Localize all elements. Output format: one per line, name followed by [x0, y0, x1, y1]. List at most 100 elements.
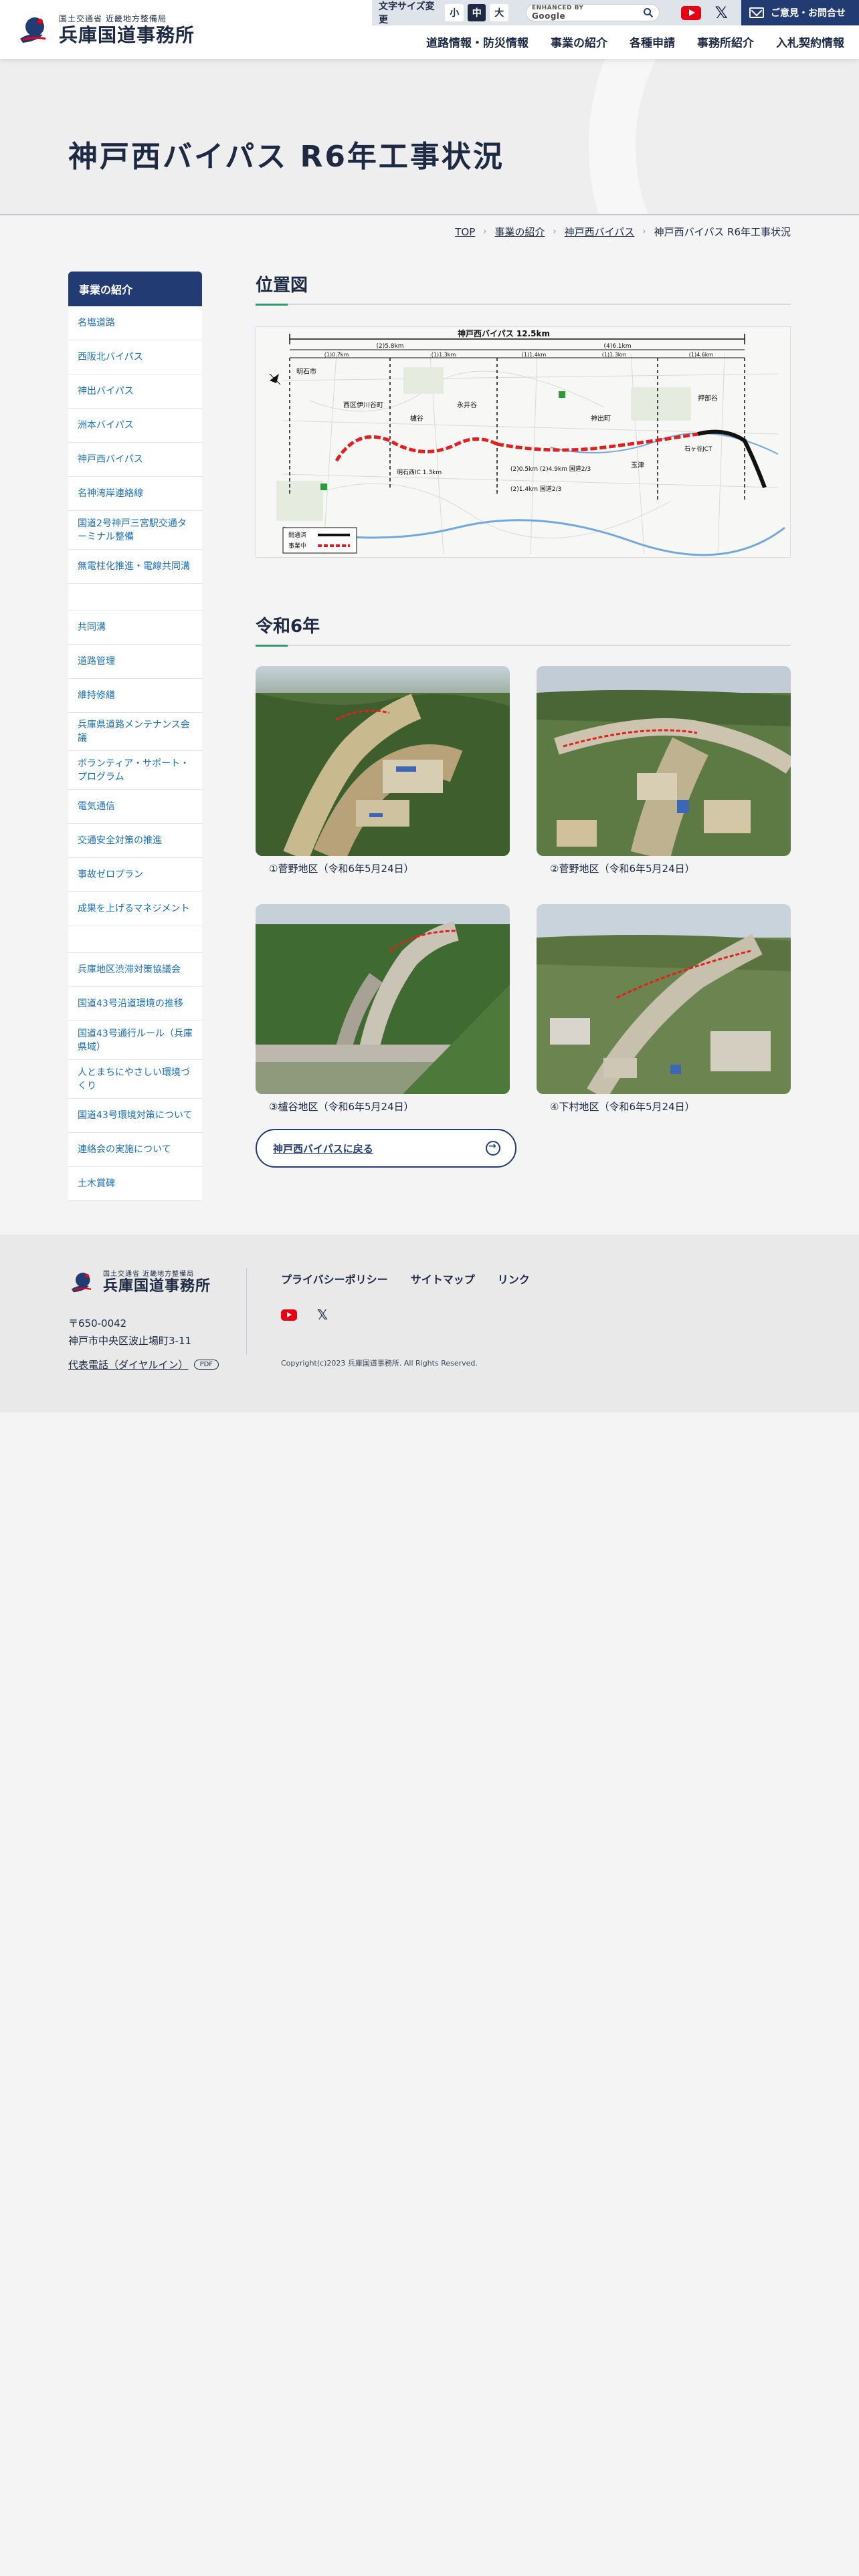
map-section-label: (2)0.5km (2)4.9km 国道2/3 — [510, 465, 591, 473]
map-seg-label: (4)6.1km — [603, 343, 631, 350]
sidebar-item[interactable]: 人とまちにやさしい環境づくり — [68, 1060, 202, 1099]
breadcrumb-chevron-icon: › — [553, 227, 557, 237]
sidebar-item[interactable]: 無電柱化推進・電線共同溝 — [68, 550, 202, 584]
map-seg-label: (1)1.3km — [432, 352, 456, 358]
hero-divider — [0, 214, 859, 215]
pdf-badge: PDF — [193, 1360, 219, 1370]
sidebar-item[interactable]: 交通安全対策の推進 — [68, 824, 202, 858]
map-total-length-label: 神戸西バイパス 12.5km — [458, 328, 550, 338]
map-place-label: 永井谷 — [457, 401, 477, 409]
map-seg-label: (2)5.8km — [376, 343, 403, 350]
breadcrumb-projects[interactable]: 事業の紹介 — [494, 225, 545, 239]
footer-social: 𝕏 — [281, 1307, 328, 1323]
sidebar-item[interactable]: 事故ゼロプラン — [68, 858, 202, 892]
breadcrumb-kobe-west-bypass[interactable]: 神戸西バイパス — [565, 225, 635, 239]
search-box: ENHANCED BY Google — [526, 4, 660, 21]
breadcrumb-top[interactable]: TOP — [455, 226, 475, 238]
sidebar-item[interactable]: ボランティア・サポート・プログラム — [68, 751, 202, 790]
sidebar-item[interactable]: 神戸西バイパス — [68, 443, 202, 477]
sidebar-item[interactable]: 電気通信 — [68, 790, 202, 824]
location-map[interactable]: 神戸西バイパス 12.5km (2)5.8km (4)6.1km (1)0.7k… — [256, 326, 791, 558]
contact-button[interactable]: ご意見・お問合せ — [741, 0, 859, 25]
map-place-label: 櫨谷 — [410, 414, 423, 423]
construction-photo-1[interactable] — [256, 666, 510, 856]
footer-tel-link[interactable]: 代表電話（ダイヤルイン） — [68, 1358, 189, 1372]
sidebar-item[interactable]: 兵庫県道路メンテナンス会議 — [68, 713, 202, 751]
sidebar-item[interactable]: 西阪北バイパス — [68, 340, 202, 374]
sidebar: 事業の紹介 名塩道路 西阪北バイパス 神出バイパス 洲本バイパス 神戸西バイパス 名神湾岸… — [68, 272, 202, 1201]
map-place-label: 押部谷 — [698, 394, 718, 403]
footer-links: プライバシーポリシー サイトマップ リンク — [281, 1271, 553, 1287]
sidebar-item[interactable]: 国道43号環境対策について — [68, 1099, 202, 1133]
back-button-label: 神戸西バイパスに戻る — [273, 1142, 373, 1155]
youtube-icon[interactable] — [281, 1309, 297, 1321]
sidebar-item[interactable]: 名塩道路 — [68, 306, 202, 340]
sidebar-item[interactable]: 国道2号神戸三宮駅交通ターミナル整備 — [68, 511, 202, 550]
nav-office[interactable]: 事務所紹介 — [697, 33, 754, 50]
x-twitter-icon[interactable]: 𝕏 — [317, 1307, 328, 1323]
section-rule — [256, 304, 791, 306]
site-logo[interactable]: 国土交通省 近畿地方整備局 兵庫国道事務所 — [16, 12, 195, 47]
site-footer: 国土交通省 近畿地方整備局 兵庫国道事務所 〒650-0042 神戸市中央区波止… — [0, 1235, 859, 1412]
footer-postal: 〒650-0042 — [68, 1317, 127, 1329]
map-legend-work-label: 事業中 — [288, 542, 306, 550]
sidebar-heading: 事業の紹介 — [68, 272, 202, 306]
sidebar-item[interactable]: 名神湾岸連絡線 — [68, 477, 202, 511]
map-place-label: 明石市 — [296, 367, 316, 376]
search-brand: ENHANCED BY Google — [532, 5, 616, 21]
construction-photo-4[interactable] — [537, 904, 791, 1094]
footer-links-link[interactable]: リンク — [498, 1271, 530, 1287]
sidebar-item[interactable]: 洲本バイパス — [68, 409, 202, 443]
sidebar-item[interactable]: 兵庫地区渋滞対策協議会 — [68, 953, 202, 987]
sidebar-item[interactable]: 国道43号通行ルール（兵庫県域） — [68, 1021, 202, 1060]
font-size-small-button[interactable]: 小 — [445, 4, 464, 21]
construction-photo-2[interactable] — [537, 666, 791, 856]
youtube-icon[interactable] — [681, 5, 702, 20]
search-input[interactable] — [616, 8, 643, 17]
section-rule-accent — [256, 645, 288, 647]
sidebar-item[interactable]: 国道43号沿道環境の推移 — [68, 987, 202, 1021]
sidebar-item[interactable]: 維持修繕 — [68, 679, 202, 713]
construction-photo-3[interactable] — [256, 904, 510, 1094]
font-size-medium-button[interactable]: 中 — [467, 4, 486, 21]
search-icon[interactable] — [643, 7, 654, 18]
map-seg-label: (1)1.4km — [522, 352, 547, 358]
sidebar-item[interactable]: 土木賞碑 — [68, 1167, 202, 1201]
breadcrumb-chevron-icon: › — [642, 227, 646, 237]
nav-projects[interactable]: 事業の紹介 — [551, 33, 607, 50]
font-size-large-button[interactable]: 大 — [490, 4, 508, 21]
footer-privacy-link[interactable]: プライバシーポリシー — [281, 1271, 388, 1287]
site-search: ENHANCED BY Google — [519, 0, 668, 25]
back-to-kobe-west-bypass-button[interactable]: 神戸西バイパスに戻る — [256, 1129, 516, 1168]
contact-label: ご意見・お問合せ — [771, 8, 846, 19]
sidebar-item[interactable]: 共同溝 — [68, 611, 202, 645]
sidebar-item[interactable]: 成果を上げるマネジメント — [68, 892, 202, 926]
map-place-label: 神出町 — [591, 414, 611, 423]
sidebar-item[interactable]: 連絡会の実施について — [68, 1133, 202, 1167]
location-map-title: 位置図 — [256, 276, 308, 296]
footer-logo[interactable]: 国土交通省 近畿地方整備局 兵庫国道事務所 — [68, 1268, 211, 1295]
photo-caption-4: ④下村地区（令和6年5月24日） — [550, 1101, 695, 1113]
footer-logo-mark-icon — [71, 1272, 92, 1292]
footer-logo-title: 兵庫国道事務所 — [103, 1278, 211, 1295]
map-section-label: 石ヶ谷JCT — [684, 445, 712, 453]
sidebar-item — [68, 584, 202, 611]
sidebar-item[interactable]: 神出バイパス — [68, 374, 202, 409]
footer-street: 神戸市中央区波止場町3-11 — [68, 1335, 192, 1347]
x-twitter-icon[interactable]: 𝕏 — [714, 3, 727, 22]
photo-caption-2: ②菅野地区（令和6年5月24日） — [550, 863, 695, 875]
logo-title: 兵庫国道事務所 — [59, 23, 195, 46]
nav-bidding[interactable]: 入札契約情報 — [776, 33, 844, 50]
sidebar-item[interactable]: 道路管理 — [68, 645, 202, 679]
nav-applications[interactable]: 各種申請 — [630, 33, 675, 50]
arrow-right-circle-icon — [486, 1141, 500, 1156]
map-seg-label: (1)4.6km — [689, 352, 714, 358]
breadcrumb: TOP › 事業の紹介 › 神戸西バイパス › 神戸西バイパス R6年工事状況 — [455, 225, 791, 239]
footer-sitemap-link[interactable]: サイトマップ — [411, 1271, 475, 1287]
breadcrumb-chevron-icon: › — [483, 227, 487, 237]
page-title: 神戸西バイパス R6年工事状況 — [68, 140, 504, 174]
footer-divider — [246, 1268, 247, 1355]
nav-road-info[interactable]: 道路情報・防災情報 — [426, 33, 529, 50]
font-size-label: 文字サイズ変更 — [379, 1, 435, 25]
search-brand-small: ENHANCED BY — [532, 5, 584, 11]
